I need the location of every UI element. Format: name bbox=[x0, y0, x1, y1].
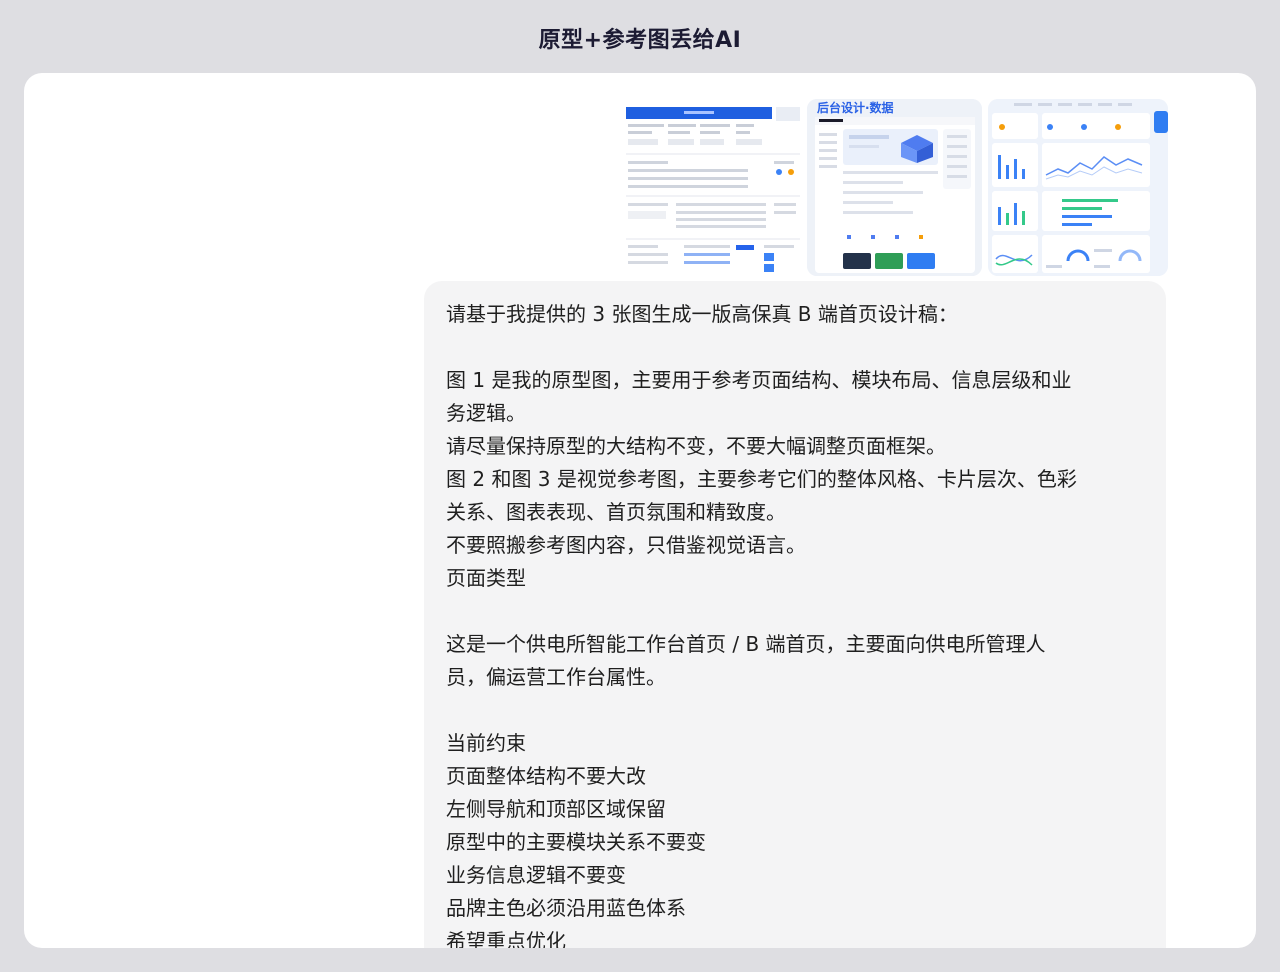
message-line: 员，偏运营工作台属性。 bbox=[446, 665, 666, 689]
message-line: 关系、图表表现、首页氛围和精致度。 bbox=[446, 500, 786, 524]
message-line bbox=[446, 694, 1151, 727]
message-line bbox=[446, 331, 1151, 364]
attachment-strip: 后台设计·数据 bbox=[624, 99, 1168, 276]
message-line: 原型中的主要模块关系不要变 bbox=[446, 830, 706, 854]
message-line bbox=[446, 595, 1151, 628]
message-line: 务逻辑。 bbox=[446, 401, 526, 425]
message-line: 品牌主色必须沿用蓝色体系 bbox=[446, 896, 686, 920]
message-line: 这是一个供电所智能工作台首页 / B 端首页，主要面向供电所管理人 bbox=[446, 632, 1046, 656]
message-line: 当前约束 bbox=[446, 731, 526, 755]
message-line: 不要照搬参考图内容，只借鉴视觉语言。 bbox=[446, 533, 806, 557]
message-line: 图 1 是我的原型图，主要用于参考页面结构、模块布局、信息层级和业 bbox=[446, 368, 1072, 392]
message-text: 请基于我提供的 3 张图生成一版高保真 B 端首页设计稿： 图 1 是我的原型图，… bbox=[446, 298, 1151, 948]
prototype-image-thumbnail bbox=[624, 99, 802, 276]
app-frame: 原型+参考图丢给AI 后台设计·数据 请基于我提供的 3 张图生成一版高保真 B… bbox=[0, 0, 1280, 972]
message-line: 页面类型 bbox=[446, 566, 526, 590]
attachment-image-3[interactable] bbox=[988, 99, 1168, 276]
message-line: 希望重点优化 bbox=[446, 929, 566, 948]
chat-panel[interactable]: 后台设计·数据 请基于我提供的 3 张图生成一版高保真 B 端首页设计稿： 图 … bbox=[24, 73, 1256, 948]
message-line: 图 2 和图 3 是视觉参考图，主要参考它们的整体风格、卡片层次、色彩 bbox=[446, 467, 1077, 491]
message-line: 请尽量保持原型的大结构不变，不要大幅调整页面框架。 bbox=[446, 434, 946, 458]
reference-dashboard-thumbnail bbox=[988, 99, 1168, 276]
reference-image-thumbnail bbox=[807, 99, 982, 276]
message-line: 左侧导航和顶部区域保留 bbox=[446, 797, 666, 821]
reference-thumbnail-label: 后台设计·数据 bbox=[817, 101, 894, 115]
attachment-image-2[interactable]: 后台设计·数据 bbox=[807, 99, 982, 276]
user-message-bubble[interactable]: 请基于我提供的 3 张图生成一版高保真 B 端首页设计稿： 图 1 是我的原型图，… bbox=[424, 281, 1166, 948]
attachment-image-1[interactable] bbox=[624, 99, 802, 276]
frame-title: 原型+参考图丢给AI bbox=[538, 28, 742, 53]
message-line: 请基于我提供的 3 张图生成一版高保真 B 端首页设计稿： bbox=[446, 302, 958, 326]
message-line: 业务信息逻辑不要变 bbox=[446, 863, 626, 887]
message-line: 页面整体结构不要大改 bbox=[446, 764, 646, 788]
